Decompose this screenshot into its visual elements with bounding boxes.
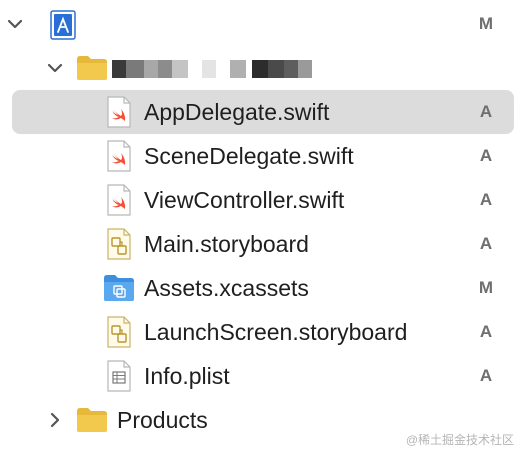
file-row-scenedelegate[interactable]: SceneDelegate.swift A (0, 134, 526, 178)
file-row-viewcontroller[interactable]: ViewController.swift A (0, 178, 526, 222)
project-status-badge: M (478, 14, 494, 33)
chevron-down-icon[interactable] (45, 58, 65, 78)
project-navigator: M AppDelegate.swift A SceneDelegate.swif… (0, 0, 526, 462)
file-name: Info.plist (144, 363, 230, 389)
file-name: LaunchScreen.storyboard (144, 319, 408, 345)
chevron-right-icon[interactable] (45, 410, 65, 430)
file-status-badge: A (479, 322, 493, 341)
asset-catalog-icon (104, 275, 134, 301)
file-name: ViewController.swift (144, 187, 345, 213)
chevron-down-icon[interactable] (5, 14, 25, 34)
storyboard-file-icon (107, 316, 131, 348)
file-row-appdelegate[interactable]: AppDelegate.swift A (0, 90, 526, 134)
file-status-badge: A (479, 102, 493, 121)
file-status-badge: A (479, 146, 493, 165)
project-row[interactable]: M (0, 2, 526, 46)
file-name: AppDelegate.swift (144, 99, 330, 125)
file-row-main-storyboard[interactable]: Main.storyboard A (0, 222, 526, 266)
file-name: Assets.xcassets (144, 275, 309, 301)
file-status-badge: A (479, 234, 493, 253)
folder-icon (77, 408, 107, 432)
file-name: SceneDelegate.swift (144, 143, 354, 169)
group-row[interactable] (0, 46, 526, 90)
redacted-group-name (112, 60, 312, 78)
file-row-launchscreen[interactable]: LaunchScreen.storyboard A (0, 310, 526, 354)
file-row-info-plist[interactable]: Info.plist A (0, 354, 526, 398)
file-status-badge: A (479, 190, 493, 209)
plist-file-icon (107, 360, 131, 392)
xcode-project-icon (50, 10, 76, 40)
watermark: @稀土掘金技术社区 (405, 433, 514, 447)
storyboard-file-icon (107, 228, 131, 260)
file-status-badge: M (478, 278, 494, 297)
swift-file-icon (107, 184, 131, 216)
products-name: Products (117, 407, 208, 433)
file-row-assets[interactable]: Assets.xcassets M (0, 266, 526, 310)
folder-icon (77, 56, 107, 80)
swift-file-icon (107, 96, 131, 128)
swift-file-icon (107, 140, 131, 172)
file-status-badge: A (479, 366, 493, 385)
file-name: Main.storyboard (144, 231, 309, 257)
